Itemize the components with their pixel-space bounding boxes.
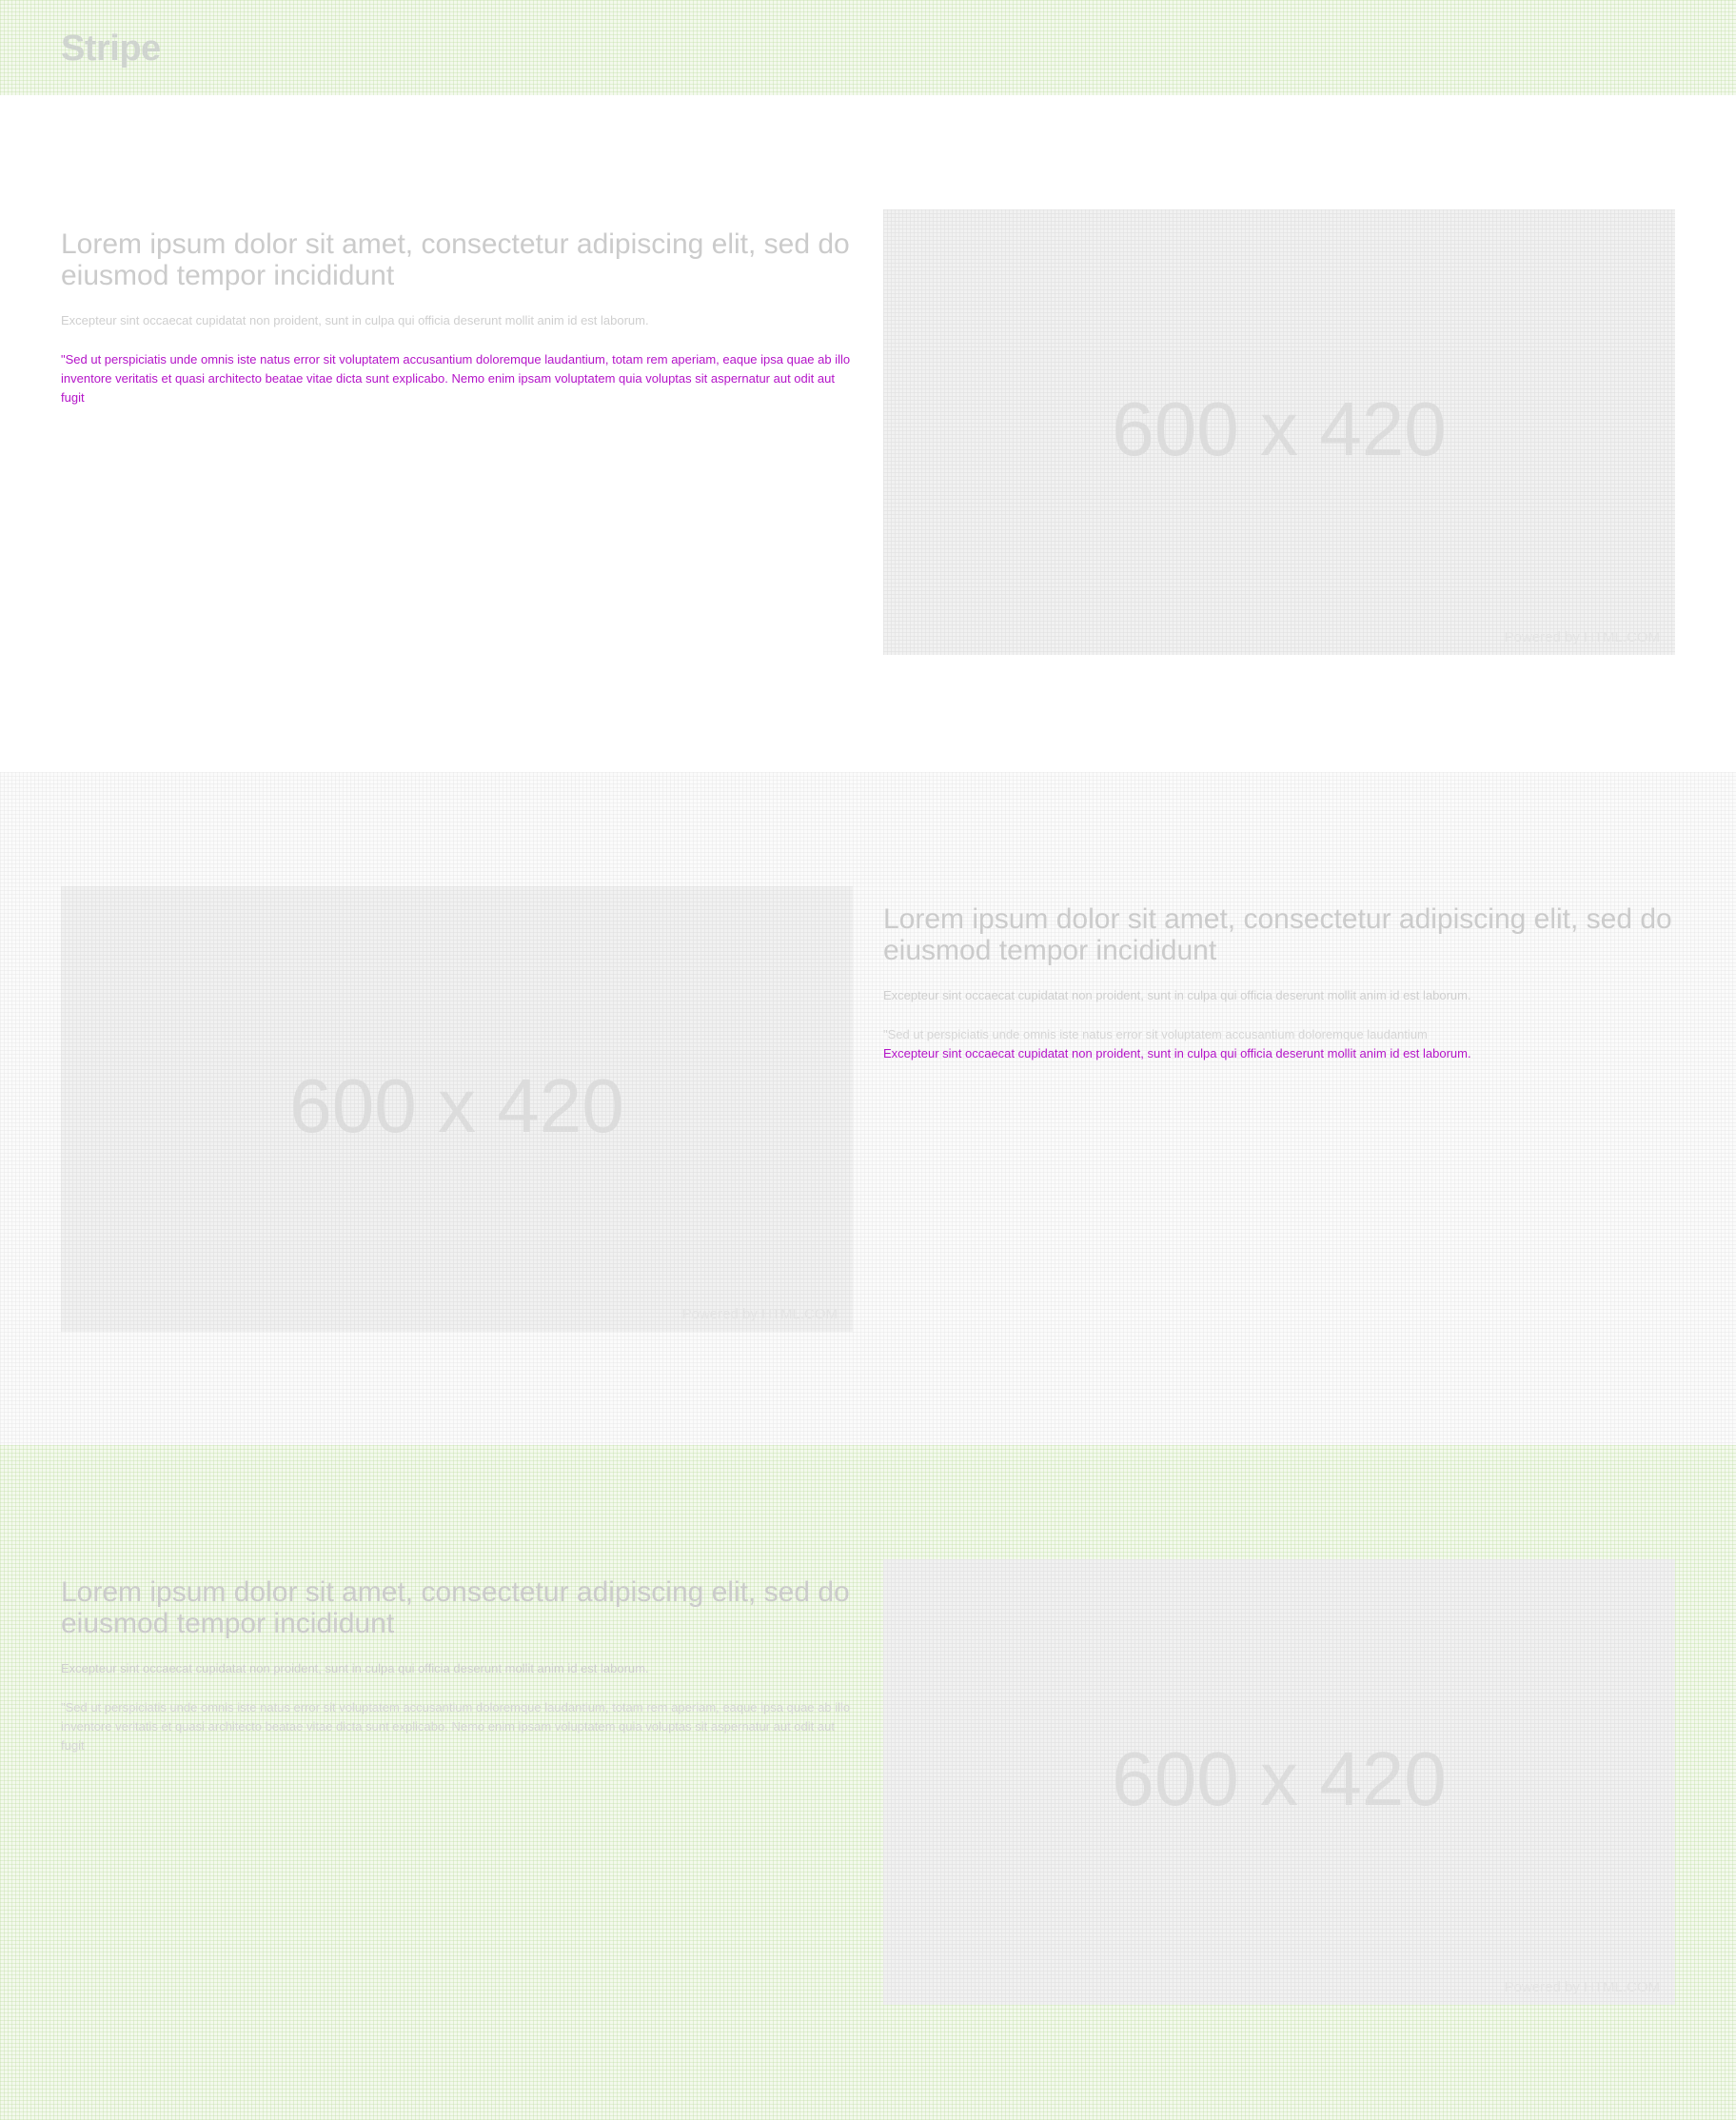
feature-section-3: Lorem ipsum dolor sit amet, consectetur …	[0, 1445, 1736, 2120]
feature-heading: Lorem ipsum dolor sit amet, consectetur …	[61, 1576, 850, 1639]
feature-text-1: Lorem ipsum dolor sit amet, consectetur …	[61, 228, 853, 407]
feature-lead: Excepteur sint occaecat cupidatat non pr…	[61, 1661, 649, 1675]
brand-logo[interactable]: Stripe	[61, 29, 161, 69]
feature-quote: "Sed ut perspiciatis unde omnis iste nat…	[61, 1700, 851, 1753]
feature-quote: "Sed ut perspiciatis unde omnis iste nat…	[883, 1025, 1675, 1063]
image-placeholder: 600 x 420 Powered by HTML.COM	[883, 1559, 1675, 2005]
feature-section-1: Lorem ipsum dolor sit amet, consectetur …	[0, 95, 1736, 772]
image-credit: Powered by HTML.COM	[681, 1306, 838, 1322]
feature-quote-line: "Sed ut perspiciatis unde omnis iste nat…	[883, 1027, 1428, 1041]
feature-quote: "Sed ut perspiciatis unde omnis iste nat…	[61, 352, 851, 405]
image-dimensions-label: 600 x 420	[289, 1063, 624, 1148]
site-header: Stripe	[0, 0, 1736, 95]
image-dimensions-label: 600 x 420	[1112, 1736, 1447, 1821]
image-placeholder: 600 x 420 Powered by HTML.COM	[883, 209, 1675, 655]
image-dimensions-label: 600 x 420	[1112, 386, 1447, 471]
feature-section-2: 600 x 420 Powered by HTML.COM Lorem ipsu…	[0, 772, 1736, 1445]
feature-text-3: Lorem ipsum dolor sit amet, consectetur …	[61, 1576, 853, 1755]
feature-text-2: Lorem ipsum dolor sit amet, consectetur …	[883, 903, 1675, 1063]
feature-heading: Lorem ipsum dolor sit amet, consectetur …	[883, 903, 1672, 966]
feature-lead: Excepteur sint occaecat cupidatat non pr…	[61, 313, 649, 327]
feature-heading: Lorem ipsum dolor sit amet, consectetur …	[61, 228, 850, 291]
image-credit: Powered by HTML.COM	[1504, 629, 1660, 645]
image-credit: Powered by HTML.COM	[1504, 1979, 1660, 1995]
feature-lead: Excepteur sint occaecat cupidatat non pr…	[883, 988, 1471, 1002]
feature-quote-highlight: Excepteur sint occaecat cupidatat non pr…	[883, 1046, 1471, 1060]
image-placeholder: 600 x 420 Powered by HTML.COM	[61, 886, 853, 1332]
